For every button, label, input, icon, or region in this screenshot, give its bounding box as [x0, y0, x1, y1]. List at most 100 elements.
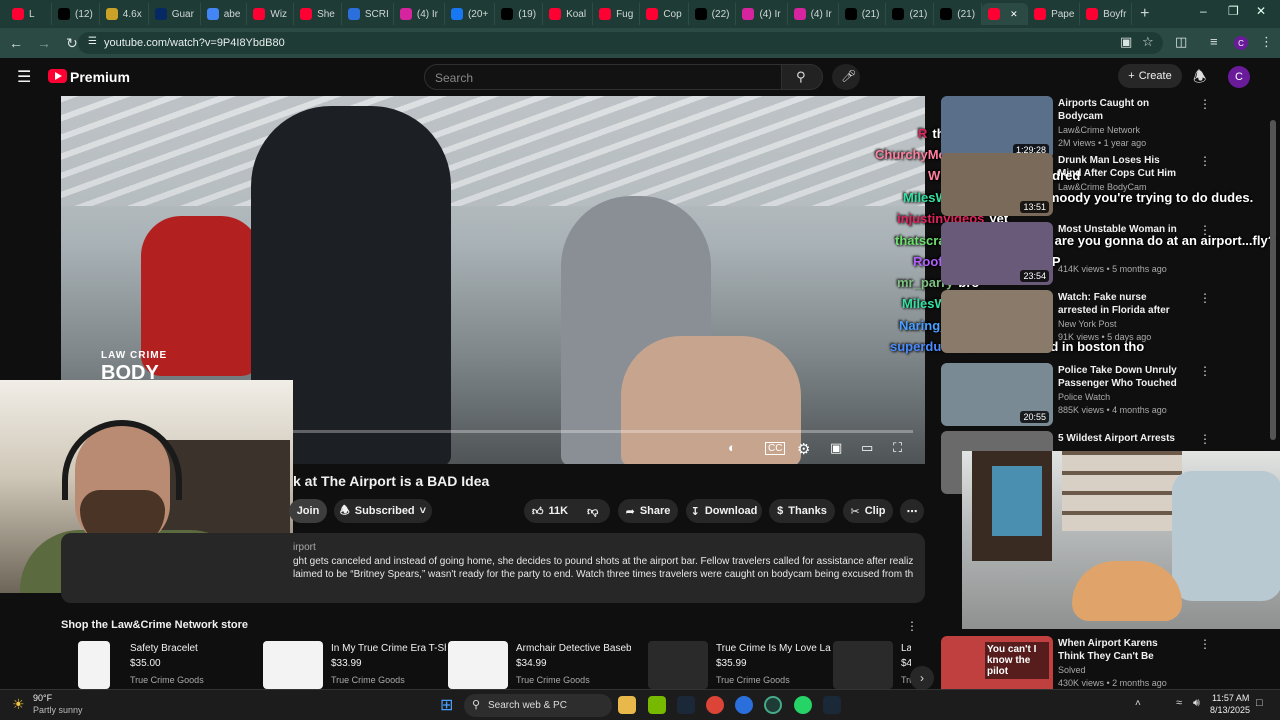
- browser-tab[interactable]: Fug: [593, 3, 641, 25]
- fullscreen-icon[interactable]: ⛶: [893, 440, 902, 456]
- app-icon[interactable]: [735, 696, 753, 714]
- new-tab-button[interactable]: +: [1140, 5, 1149, 23]
- browser-tab[interactable]: Boyfr: [1080, 3, 1133, 25]
- browser-tab[interactable]: She: [294, 3, 342, 25]
- store-more-icon[interactable]: ⋮: [906, 619, 918, 633]
- browser-tab[interactable]: (12): [52, 3, 100, 25]
- browser-tab[interactable]: Koal: [543, 3, 594, 25]
- recommendation-more-icon[interactable]: ⋮: [1199, 97, 1211, 111]
- volume-icon[interactable]: 🔊︎: [1193, 697, 1200, 710]
- dislike-icon[interactable]: 👎︎: [587, 505, 598, 518]
- browser-tab[interactable]: SCRI: [342, 3, 394, 25]
- notifications-bell-icon[interactable]: 🕭︎: [1193, 67, 1206, 92]
- browser-tab[interactable]: (4) Ir: [394, 3, 445, 25]
- browser-tab[interactable]: (22): [689, 3, 737, 25]
- browser-tab[interactable]: (21): [839, 3, 887, 25]
- sidebar-icon[interactable]: ◫: [1175, 34, 1187, 50]
- recommendation-title[interactable]: Drunk Man Loses His Mind After Cops Cut …: [1058, 154, 1183, 180]
- store-item[interactable]: True Crime Is My Love Lan... $35.99 True C…: [648, 641, 833, 689]
- theater-mode-icon[interactable]: ▭: [861, 440, 873, 456]
- reading-list-icon[interactable]: ≡: [1210, 34, 1218, 49]
- store-next-arrow-icon[interactable]: ›: [910, 666, 934, 690]
- maximize-icon[interactable]: ❐: [1228, 4, 1239, 18]
- recommendation-more-icon[interactable]: ⋮: [1199, 223, 1211, 237]
- browser-tab[interactable]: Wiz: [247, 3, 295, 25]
- address-bar[interactable]: ☰ youtube.com/watch?v=9P4I8YbdB80: [78, 32, 1163, 54]
- thanks-button[interactable]: $ Thanks: [769, 499, 835, 523]
- clock-time[interactable]: 11:57 AM: [1212, 693, 1249, 703]
- browser-tab[interactable]: L: [6, 3, 52, 25]
- install-app-icon[interactable]: ▣: [1120, 34, 1132, 50]
- profile-avatar[interactable]: C: [1234, 36, 1248, 50]
- youtube-premium-brand[interactable]: Premium: [70, 69, 130, 85]
- steam-alt-icon[interactable]: [823, 696, 841, 714]
- wifi-icon[interactable]: ≈: [1176, 697, 1182, 709]
- close-tab-icon[interactable]: ✕: [1010, 9, 1018, 20]
- sidebar-scrollbar[interactable]: [1270, 120, 1276, 440]
- recommendation-thumbnail[interactable]: 23:54: [941, 222, 1053, 285]
- store-item[interactable]: Armchair Detective Baseb... $34.99 True Cr…: [448, 641, 633, 689]
- like-icon[interactable]: 👍︎: [532, 505, 544, 518]
- store-item[interactable]: Safety Bracelet $35.00 True Crime Goods: [78, 641, 263, 689]
- clip-button[interactable]: ✂ Clip: [843, 499, 893, 523]
- close-window-icon[interactable]: ✕: [1256, 4, 1266, 18]
- search-input[interactable]: Search: [424, 64, 782, 90]
- recommendation-channel[interactable]: New York Post: [1058, 319, 1117, 329]
- recommendation-title[interactable]: 5 Wildest Airport Arrests: [1058, 432, 1183, 445]
- recommendation-channel[interactable]: Solved: [1058, 665, 1086, 675]
- recommendation-item[interactable]: 23:54 Most Unstable Woman in 414K views • …: [941, 222, 1241, 286]
- recommendation-item[interactable]: Watch: Fake nurse arrested in Florida af…: [941, 290, 1241, 354]
- share-button[interactable]: ➦ Share: [618, 499, 678, 523]
- join-button[interactable]: Join: [289, 499, 327, 523]
- recommendation-channel[interactable]: Law&Crime BodyCam: [1058, 182, 1147, 192]
- browser-tab[interactable]: (21): [934, 3, 983, 25]
- chevron-up-icon[interactable]: ˄: [1135, 698, 1141, 709]
- browser-tab[interactable]: abe: [201, 3, 248, 25]
- browser-tab[interactable]: (20+: [445, 3, 496, 25]
- browser-tab[interactable]: (19): [495, 3, 544, 25]
- recommendation-more-icon[interactable]: ⋮: [1199, 364, 1211, 378]
- recommendation-item[interactable]: 20:55 Police Take Down Unruly Passenger W…: [941, 363, 1241, 427]
- download-button[interactable]: ↧ Download: [686, 499, 762, 523]
- subscribed-button[interactable]: 🕭︎ Subscribed ˅: [334, 499, 432, 523]
- more-actions-button[interactable]: ⋯: [900, 499, 924, 523]
- video-progress-bar[interactable]: [293, 430, 913, 433]
- bookmark-star-icon[interactable]: ☆: [1142, 34, 1154, 50]
- store-item[interactable]: Law &$41.0True: [833, 641, 911, 689]
- clock-date[interactable]: 8/13/2025: [1210, 705, 1250, 715]
- recommendation-thumbnail[interactable]: [941, 290, 1053, 353]
- weather-sun-icon[interactable]: ☀: [12, 696, 25, 713]
- minimize-icon[interactable]: –: [1200, 4, 1207, 18]
- back-arrow-icon[interactable]: ←: [4, 35, 28, 51]
- voice-search-button[interactable]: 🎤︎: [832, 64, 860, 90]
- notification-center-icon[interactable]: □: [1256, 697, 1263, 709]
- recommendation-thumbnail[interactable]: 20:55: [941, 363, 1053, 426]
- recommendation-more-icon[interactable]: ⋮: [1199, 154, 1211, 168]
- recommendation-thumbnail[interactable]: 13:51: [941, 153, 1053, 216]
- recommendation-item[interactable]: 13:51 Drunk Man Loses His Mind After Cops…: [941, 153, 1241, 217]
- forward-arrow-icon[interactable]: →: [32, 35, 56, 51]
- recommendation-channel[interactable]: Law&Crime Network: [1058, 125, 1140, 135]
- store-item[interactable]: In My True Crime Era T-Shirt $33.99 True C…: [263, 641, 448, 689]
- recommendation-title[interactable]: Most Unstable Woman in: [1058, 223, 1183, 236]
- site-info-icon[interactable]: ☰: [88, 36, 97, 47]
- taskbar-search[interactable]: ⚲ Search web & PC: [464, 694, 612, 717]
- chrome-profile-icon[interactable]: [764, 696, 782, 714]
- steam-icon[interactable]: [677, 696, 695, 714]
- like-count[interactable]: 11K: [549, 505, 569, 517]
- browser-tab[interactable]: Cop: [640, 3, 689, 25]
- recommendation-channel[interactable]: Police Watch: [1058, 392, 1110, 402]
- nvidia-icon[interactable]: [648, 696, 666, 714]
- recommendation-title[interactable]: Police Take Down Unruly Passenger Who To…: [1058, 364, 1183, 390]
- recommendation-more-icon[interactable]: ⋮: [1199, 432, 1211, 446]
- create-button[interactable]: + Create: [1118, 64, 1182, 88]
- browser-tab[interactable]: (4) Ir: [788, 3, 839, 25]
- browser-tab[interactable]: 4.6x: [100, 3, 149, 25]
- recommendation-item[interactable]: 1:29:28 Airports Caught on Bodycam Law&Cri…: [941, 96, 1241, 160]
- recommendation-title[interactable]: When Airport Karens Think They Can't Be …: [1058, 637, 1183, 663]
- file-explorer-icon[interactable]: [618, 696, 636, 714]
- recommendation-title[interactable]: Airports Caught on Bodycam: [1058, 97, 1183, 123]
- recommendation-title[interactable]: Watch: Fake nurse arrested in Florida af…: [1058, 291, 1183, 317]
- browser-tab[interactable]: ✕: [982, 3, 1029, 25]
- miniplayer-icon[interactable]: ▣: [830, 440, 842, 456]
